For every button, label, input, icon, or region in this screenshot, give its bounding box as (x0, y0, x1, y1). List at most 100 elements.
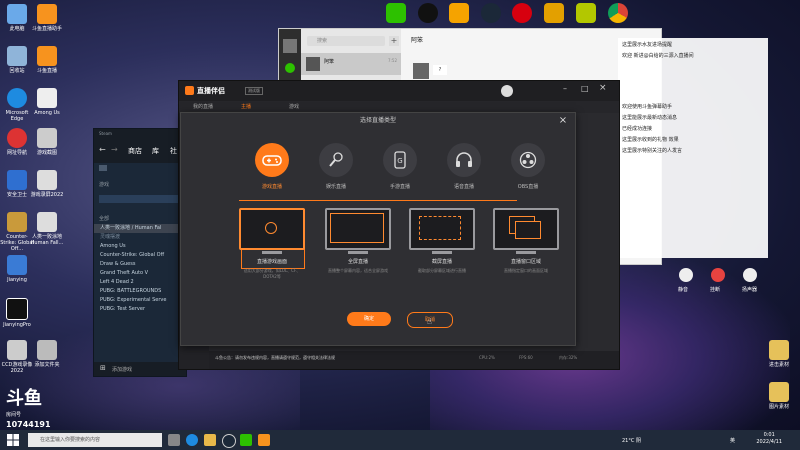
back-icon[interactable]: ← (99, 145, 106, 154)
jianying-pro-icon (6, 298, 28, 320)
steam-nav: Steam ← → 商店 库 社 (94, 129, 186, 163)
menu-item[interactable]: 我的直播 (193, 103, 213, 110)
maximize-icon[interactable]: □ (581, 84, 589, 93)
desktop-icon-add-folder[interactable]: 添加文件夹 (30, 340, 64, 368)
close-icon[interactable]: × (557, 115, 569, 127)
weather-text: 21°C 阴 (622, 438, 641, 444)
minimize-icon[interactable]: – (563, 84, 567, 93)
tab-label: 游戏直播 (261, 184, 282, 190)
hangup-button[interactable] (711, 268, 725, 282)
option-window[interactable]: 直播窗口区域 直播指定窗口的画面区域 (491, 208, 561, 274)
chat-icon[interactable] (285, 63, 295, 73)
netease-music-icon[interactable] (512, 3, 532, 23)
desktop-icon-materials[interactable]: 进击素材 (762, 340, 796, 368)
menu-item[interactable]: 主播 (241, 103, 251, 110)
douyu-icon[interactable] (258, 434, 270, 446)
desktop-icon-jianying[interactable]: Jianying (0, 255, 34, 283)
list-item[interactable]: 灵魂摆渡 (94, 233, 186, 242)
desktop-icon-cs[interactable]: Counter-Strike: Global Off... (0, 212, 34, 252)
option-fullscreen[interactable]: 全屏直播 直播整个屏幕内容，适合全屏游戏 (323, 208, 393, 274)
edge-icon (7, 88, 27, 108)
menu-item[interactable]: 游戏 (289, 103, 299, 110)
task-view-icon[interactable] (168, 434, 180, 446)
tab-voice[interactable]: 语音直播 (439, 143, 489, 190)
desktop-icon-ccd[interactable]: CCD游戏录像2022 (0, 340, 34, 374)
tab-mobile[interactable]: G 手游直播 (375, 143, 425, 190)
search-input[interactable]: 搜索 (307, 36, 385, 46)
section-select[interactable]: 游戏 (99, 181, 109, 188)
taskbar-search-input[interactable]: 在这里输入你要搜索的内容 (28, 433, 162, 447)
mute-button[interactable] (679, 268, 693, 282)
close-icon[interactable]: × (599, 83, 607, 93)
desktop-icon-nav[interactable]: 网址导航 (0, 128, 34, 156)
desktop-icon-among-us[interactable]: Among Us (30, 88, 64, 116)
chrome-icon[interactable] (608, 3, 628, 23)
recycle-bin-icon (7, 46, 27, 66)
list-item[interactable]: PUBG: Experimental Serve (94, 296, 186, 305)
confirm-button[interactable]: 确定 (347, 312, 391, 326)
phone-icon: G (383, 143, 417, 177)
desktop-icon-screenshots[interactable]: 游戏截图 (30, 128, 64, 156)
desktop-icon-pictures[interactable]: 图片素材 (762, 382, 796, 410)
search-input[interactable] (99, 195, 179, 203)
edge-icon[interactable] (186, 434, 198, 446)
nav-store[interactable]: 商店 (128, 146, 142, 156)
add-game-button[interactable]: ⊞ 添加游戏 (94, 362, 186, 376)
list-item[interactable]: PUBG: Test Server (94, 305, 186, 314)
desktop-icon-edge[interactable]: Microsoft Edge (0, 88, 34, 122)
chat-header-name: 阿笨 (411, 37, 424, 44)
app2-icon[interactable] (544, 3, 564, 23)
option-desc: 适用大部分游戏，如LOL、CF、DOTA2等 (243, 268, 301, 279)
speaker-button[interactable] (743, 268, 757, 282)
steam-icon[interactable] (222, 434, 236, 448)
tab-entertainment[interactable]: 娱乐直播 (311, 143, 361, 190)
danmaku-message: 这里展示收到的礼物 效果 (622, 137, 679, 143)
qq-icon[interactable] (418, 3, 438, 23)
nav-library[interactable]: 库 (152, 146, 159, 156)
headphones-icon (447, 143, 481, 177)
option-screenshot[interactable]: 截屏直播 截取部分屏幕区域进行直播 (407, 208, 477, 274)
all-label: 全部 (99, 216, 110, 222)
tab-game[interactable]: 游戏直播 (247, 143, 297, 190)
file-explorer-icon[interactable] (204, 434, 216, 446)
desktop-icon-douyu-helper[interactable]: 斗鱼直播助手 (30, 4, 64, 32)
ime-indicator[interactable]: 英 (730, 437, 735, 444)
avatar[interactable] (283, 39, 297, 53)
list-item[interactable]: Counter-Strike: Global Off (94, 251, 186, 260)
list-item[interactable]: 阿笨 7:52 (301, 53, 401, 75)
svg-text:G: G (397, 157, 402, 165)
tab-obs[interactable]: OBS直播 (503, 143, 553, 190)
list-item[interactable]: Grand Theft Auto V (94, 269, 186, 278)
crop-frame (419, 216, 461, 240)
app-icon[interactable] (449, 3, 469, 23)
desktop-icon-recording[interactable]: 游戏录屏2022 (30, 170, 64, 198)
avatar[interactable] (501, 85, 513, 97)
steam-icon[interactable] (481, 3, 501, 23)
list-item[interactable]: Left 4 Dead 2 (94, 278, 186, 287)
desktop-icon-this-pc[interactable]: 此电脑 (0, 4, 34, 32)
list-item[interactable]: 人类一败涂地 / Human Fal (94, 224, 186, 233)
list-item[interactable]: Among Us (94, 242, 186, 251)
desktop-icon-security[interactable]: 安全卫士 (0, 170, 34, 198)
desktop-icon-recycle-bin[interactable]: 回收站 (0, 46, 34, 74)
nav-community[interactable]: 社 (170, 146, 177, 156)
wechat-icon[interactable] (386, 3, 406, 23)
forward-icon[interactable]: → (111, 145, 118, 154)
desktop-icon-human-fall[interactable]: 人类一败涂地 Human Fall... (30, 212, 64, 246)
home-icon[interactable] (99, 165, 107, 171)
list-item[interactable]: Draw & Guess (94, 260, 186, 269)
option-game-capture[interactable]: 直播游戏画面 适用大部分游戏，如LOL、CF、DOTA2等 (237, 208, 307, 280)
add-icon[interactable]: + (389, 36, 399, 46)
desktop-icon-douyu[interactable]: 斗鱼直播 (30, 46, 64, 74)
start-button[interactable] (7, 434, 19, 446)
speaker-label: 扬声器 (742, 287, 758, 293)
window-frame (515, 221, 541, 239)
monitor-stand (348, 251, 368, 254)
wechat-icon[interactable] (240, 434, 252, 446)
desktop-icon-jianying-pro[interactable]: JianyingPro (0, 298, 34, 328)
crosshair-icon (265, 222, 277, 234)
app3-icon[interactable] (576, 3, 596, 23)
room-label: 房间号 (6, 412, 22, 418)
list-item[interactable]: PUBG: BATTLEGROUNDS (94, 287, 186, 296)
clock[interactable]: 0:01 2022/4/11 (756, 432, 782, 446)
